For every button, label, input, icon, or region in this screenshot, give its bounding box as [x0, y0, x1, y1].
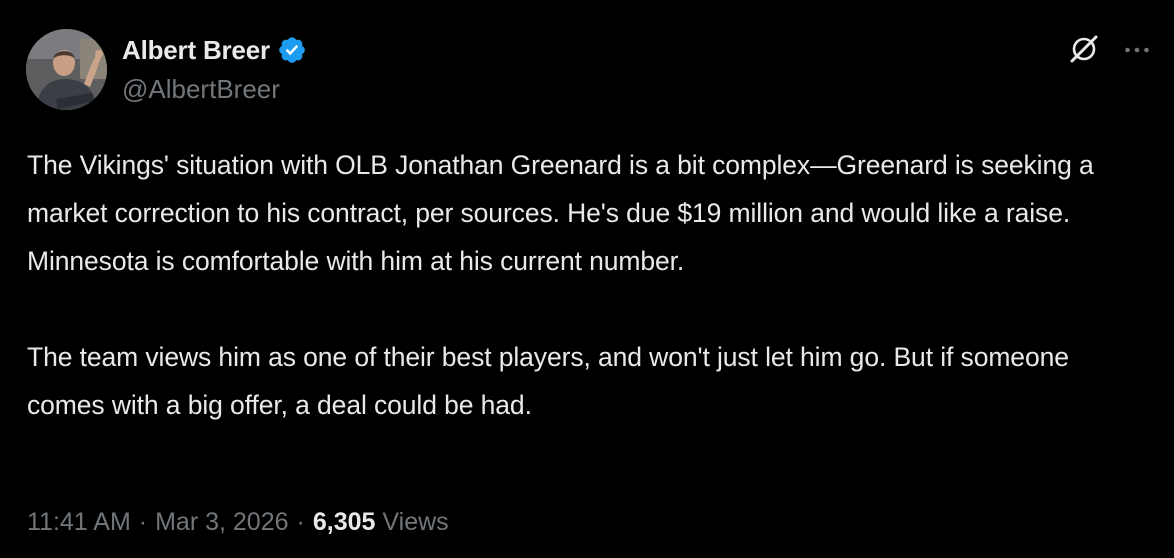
views-count[interactable]: 6,305 — [313, 508, 376, 537]
avatar[interactable] — [26, 29, 107, 110]
meta-separator: · — [138, 508, 148, 536]
verified-badge-icon[interactable] — [277, 35, 307, 65]
author-block: Albert Breer @AlbertBreer — [122, 33, 307, 113]
tweet-text: The Vikings' situation with OLB Jonathan… — [27, 141, 1147, 429]
more-button[interactable] — [1120, 33, 1154, 67]
meta-separator: · — [296, 508, 305, 536]
tweet-time[interactable]: 11:41 AM — [27, 508, 131, 537]
tweet-date[interactable]: Mar 3, 2026 — [155, 508, 288, 537]
display-name[interactable]: Albert Breer — [122, 35, 270, 66]
profile-photo-icon — [26, 29, 107, 110]
views-label: Views — [382, 508, 449, 536]
grok-button[interactable] — [1066, 31, 1102, 67]
tweet-card: Albert Breer @AlbertBreer The Vikings' s… — [0, 0, 1174, 558]
grok-icon — [1070, 35, 1098, 63]
tweet-paragraph-1: The Vikings' situation with OLB Jonathan… — [27, 150, 1094, 276]
tweet-paragraph-2: The team views him as one of their best … — [27, 342, 1069, 420]
user-handle[interactable]: @AlbertBreer — [122, 74, 307, 105]
tweet-metadata: 11:41 AM · Mar 3, 2026 · 6,305 Views — [27, 508, 449, 537]
more-dots-icon — [1125, 47, 1149, 53]
name-row: Albert Breer — [122, 33, 307, 67]
